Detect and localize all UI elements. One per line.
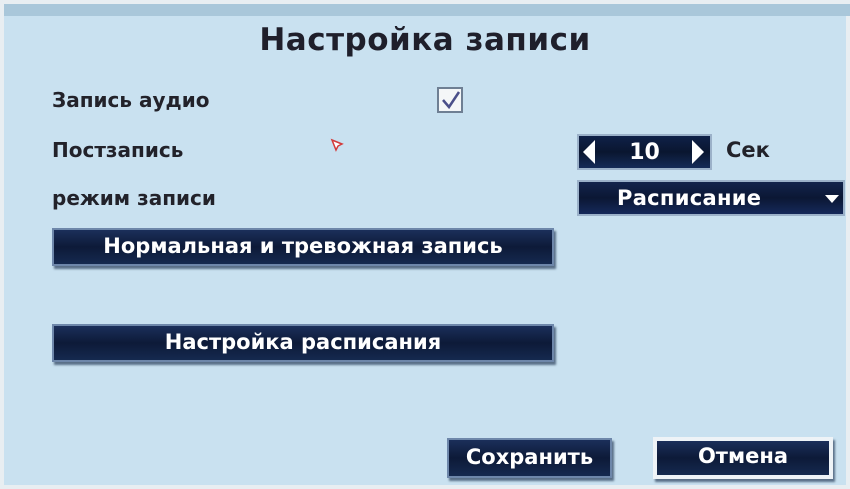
schedule-setup-button[interactable]: Настройка расписания — [52, 324, 554, 362]
audio-record-label: Запись аудио — [52, 88, 210, 112]
checkmark-icon — [442, 91, 461, 110]
cancel-button[interactable]: Отмена — [653, 437, 833, 479]
postrecord-stepper[interactable]: 10 — [577, 134, 712, 170]
postrecord-unit: Сек — [726, 138, 770, 162]
postrecord-value: 10 — [629, 140, 660, 165]
postrecord-label: Постзапись — [52, 138, 184, 162]
audio-record-checkbox[interactable] — [437, 87, 463, 113]
record-mode-label: режим записи — [52, 186, 216, 210]
dialog-title: Настройка записи — [259, 22, 591, 58]
title-strip — [4, 4, 850, 16]
record-mode-select[interactable]: Расписание — [577, 180, 845, 216]
mouse-cursor-icon — [330, 138, 344, 152]
save-button[interactable]: Сохранить — [447, 438, 612, 478]
chevron-down-icon — [825, 195, 839, 203]
stepper-increase-icon[interactable] — [692, 140, 704, 164]
record-mode-value: Расписание — [617, 186, 762, 210]
normal-alarm-record-button[interactable]: Нормальная и тревожная запись — [52, 228, 554, 266]
